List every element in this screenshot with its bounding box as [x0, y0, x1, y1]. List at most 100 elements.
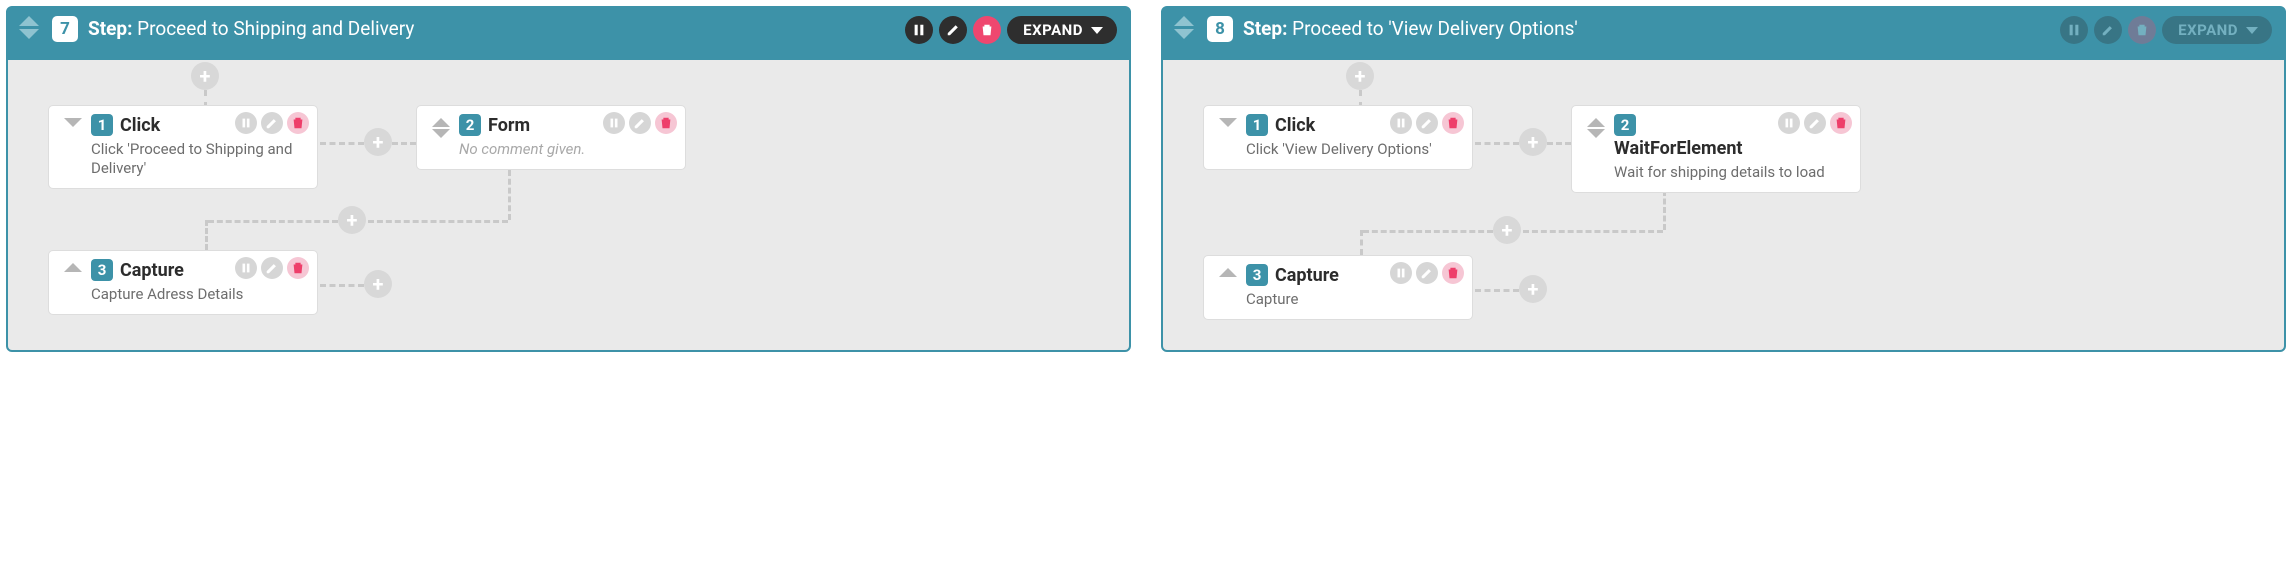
pencil-icon — [265, 261, 279, 275]
pause-button[interactable] — [905, 16, 933, 44]
trash-icon — [291, 116, 305, 130]
trash-icon — [2135, 23, 2149, 37]
pause-icon — [239, 261, 253, 275]
pause-icon — [1394, 266, 1408, 280]
chevron-down-icon — [1219, 118, 1237, 127]
delete-button[interactable] — [287, 112, 309, 134]
pause-button[interactable] — [1390, 262, 1412, 284]
card-reorder[interactable] — [59, 114, 87, 127]
pencil-icon — [265, 116, 279, 130]
chevron-up-icon — [432, 118, 450, 127]
connector-line — [320, 142, 364, 145]
delete-button[interactable] — [1442, 112, 1464, 134]
edit-button[interactable] — [1804, 112, 1826, 134]
expand-button[interactable]: EXPAND — [1007, 16, 1117, 44]
pause-icon — [1782, 116, 1796, 130]
connector-line — [1663, 190, 1666, 230]
move-down-icon — [1174, 29, 1194, 39]
pause-button[interactable] — [1778, 112, 1800, 134]
chevron-down-icon — [432, 129, 450, 138]
edit-button[interactable] — [939, 16, 967, 44]
action-description: No comment given. — [459, 140, 675, 159]
delete-button[interactable] — [973, 16, 1001, 44]
edit-button[interactable] — [261, 257, 283, 279]
action-card[interactable]: 1 Click Click 'View Delivery Options' — [1203, 105, 1473, 170]
action-number-badge: 1 — [1246, 114, 1268, 136]
edit-button[interactable] — [1416, 112, 1438, 134]
move-up-icon — [19, 16, 39, 26]
edit-button[interactable] — [2094, 16, 2122, 44]
pencil-icon — [1420, 266, 1434, 280]
add-action-button[interactable]: + — [1493, 216, 1521, 244]
card-reorder[interactable] — [1582, 114, 1610, 138]
card-reorder[interactable] — [427, 114, 455, 138]
expand-button[interactable]: EXPAND — [2162, 16, 2272, 44]
card-reorder[interactable] — [59, 259, 87, 272]
step-number-badge: 8 — [1207, 16, 1233, 42]
pause-button[interactable] — [235, 112, 257, 134]
card-reorder[interactable] — [1214, 114, 1242, 127]
add-action-button[interactable]: + — [364, 128, 392, 156]
move-up-icon — [1174, 16, 1194, 26]
pause-button[interactable] — [235, 257, 257, 279]
add-action-button[interactable]: + — [338, 206, 366, 234]
action-card[interactable]: 2 Form No comment given. — [416, 105, 686, 170]
pause-icon — [607, 116, 621, 130]
edit-button[interactable] — [629, 112, 651, 134]
add-action-button[interactable]: + — [191, 62, 219, 90]
expand-label: EXPAND — [2178, 21, 2238, 39]
action-number-badge: 2 — [459, 114, 481, 136]
reorder-handle[interactable] — [1167, 16, 1201, 39]
delete-button[interactable] — [1830, 112, 1852, 134]
action-card[interactable]: 1 Click Click 'Proceed to Shipping and D… — [48, 105, 318, 189]
chevron-up-icon — [1587, 118, 1605, 127]
card-actions — [1390, 112, 1464, 134]
connector-line — [1523, 230, 1663, 233]
add-action-button[interactable]: + — [1519, 275, 1547, 303]
edit-button[interactable] — [261, 112, 283, 134]
action-description: Capture Adress Details — [91, 285, 307, 304]
move-down-icon — [19, 29, 39, 39]
edit-button[interactable] — [1416, 262, 1438, 284]
delete-button[interactable] — [1442, 262, 1464, 284]
pencil-icon — [633, 116, 647, 130]
card-actions — [235, 257, 309, 279]
connector-line — [1475, 142, 1519, 145]
header-actions: EXPAND — [905, 16, 1117, 44]
card-reorder[interactable] — [1214, 264, 1242, 277]
delete-button[interactable] — [655, 112, 677, 134]
delete-button[interactable] — [2128, 16, 2156, 44]
connector-line — [208, 220, 338, 223]
trash-icon — [291, 261, 305, 275]
action-number-badge: 3 — [1246, 264, 1268, 286]
add-action-button[interactable]: + — [364, 270, 392, 298]
pause-icon — [239, 116, 253, 130]
pause-button[interactable] — [603, 112, 625, 134]
action-card[interactable]: 3 Capture Capture Adress Details — [48, 250, 318, 315]
trash-icon — [1834, 116, 1848, 130]
chevron-up-icon — [1219, 268, 1237, 277]
add-action-button[interactable]: + — [1346, 62, 1374, 90]
action-description: Capture — [1246, 290, 1462, 309]
card-actions — [603, 112, 677, 134]
action-name: Capture — [1275, 265, 1339, 286]
add-action-button[interactable]: + — [1519, 128, 1547, 156]
reorder-handle[interactable] — [12, 16, 46, 39]
delete-button[interactable] — [287, 257, 309, 279]
pause-button[interactable] — [1390, 112, 1412, 134]
pencil-icon — [1420, 116, 1434, 130]
action-card[interactable]: 2 WaitForElement Wait for shipping detai… — [1571, 105, 1861, 193]
pause-button[interactable] — [2060, 16, 2088, 44]
action-number-badge: 1 — [91, 114, 113, 136]
chevron-down-icon — [2246, 27, 2258, 34]
trash-icon — [1446, 266, 1460, 280]
trash-icon — [1446, 116, 1460, 130]
connector-line — [1360, 230, 1363, 255]
action-description: Click 'Proceed to Shipping and Delivery' — [91, 140, 307, 178]
pencil-icon — [2101, 23, 2115, 37]
connector-line — [205, 220, 208, 250]
action-card[interactable]: 3 Capture Capture — [1203, 255, 1473, 320]
step-label: Step: — [88, 17, 132, 40]
card-actions — [235, 112, 309, 134]
header-actions: EXPAND — [2060, 16, 2272, 44]
